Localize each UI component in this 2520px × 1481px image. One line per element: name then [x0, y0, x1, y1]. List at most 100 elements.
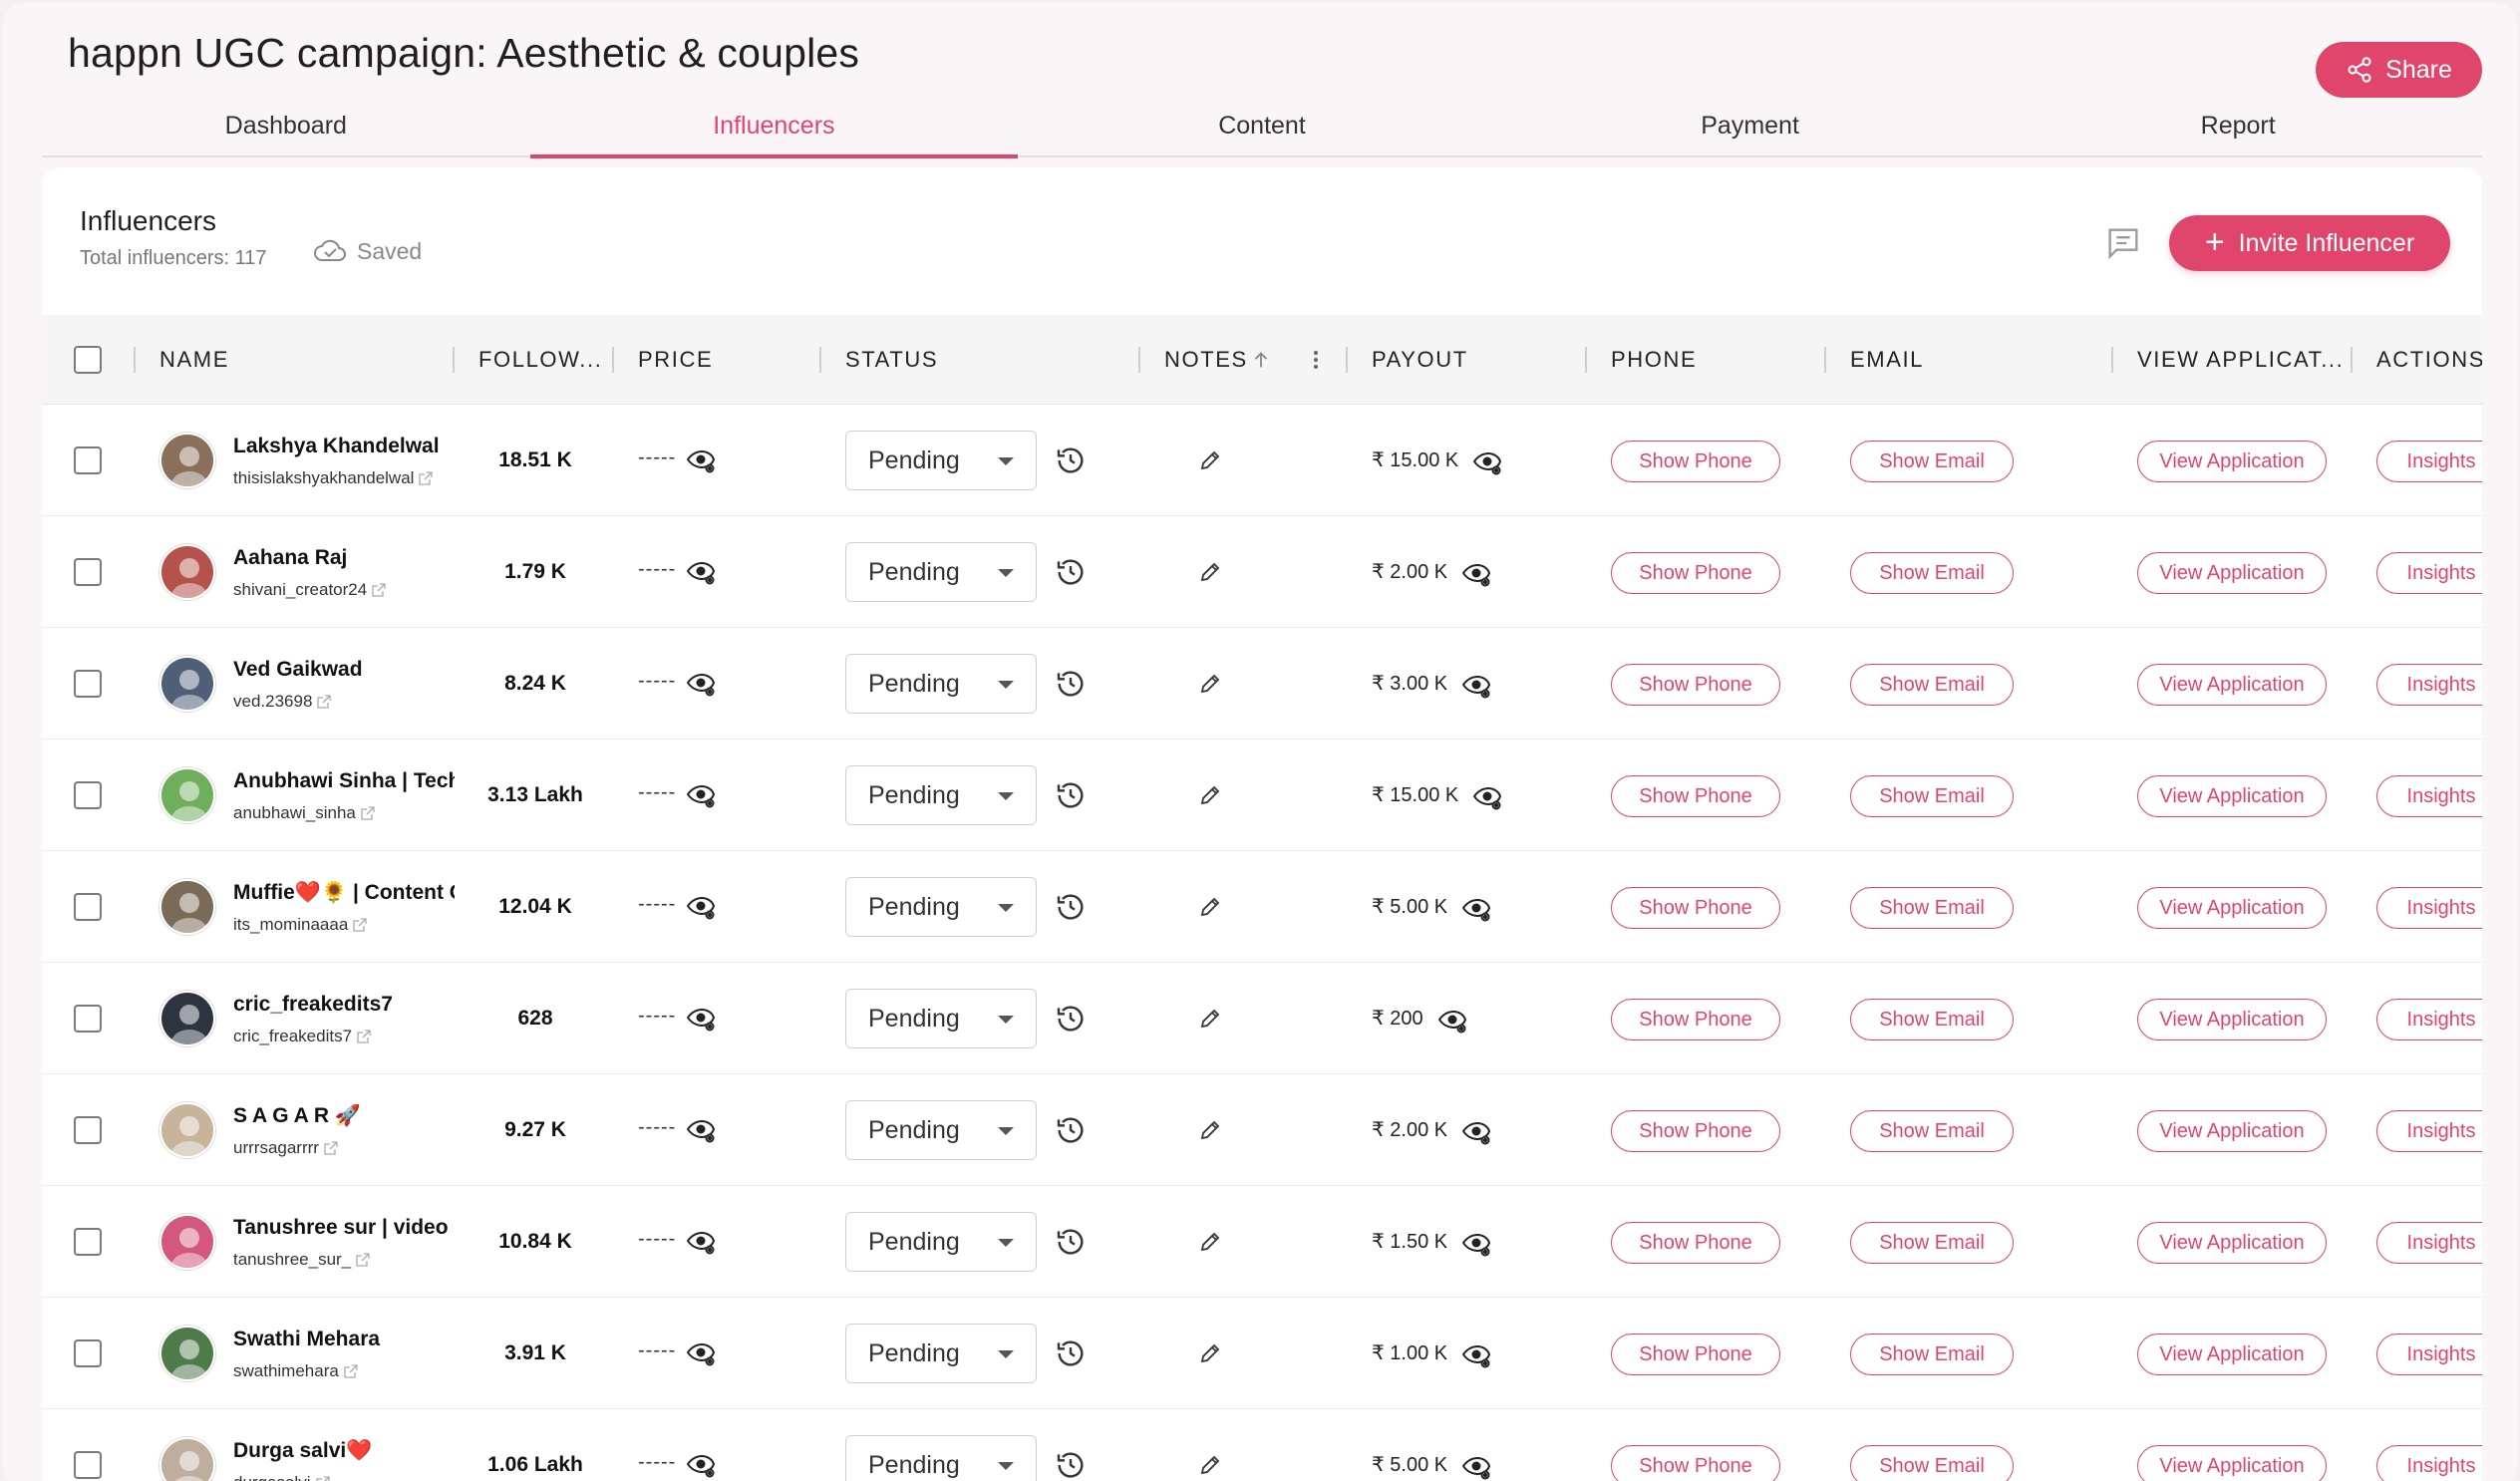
eye-settings-icon[interactable]: [1461, 1232, 1491, 1258]
eye-settings-icon[interactable]: [1461, 1455, 1491, 1481]
eye-settings-icon[interactable]: [1461, 1120, 1491, 1146]
column-menu-icon[interactable]: [1306, 348, 1326, 372]
influencer-handle[interactable]: anubhawi_sinha: [233, 803, 376, 823]
history-icon[interactable]: [1055, 1003, 1087, 1035]
pencil-icon[interactable]: [1198, 783, 1222, 807]
insights-button[interactable]: Insights: [2376, 1445, 2482, 1481]
insights-button[interactable]: Insights: [2376, 441, 2482, 482]
pencil-icon[interactable]: [1198, 1341, 1222, 1365]
influencer-name[interactable]: Durga salvi❤️: [233, 1439, 455, 1463]
influencer-name[interactable]: Lakshya Khandelwal: [233, 435, 455, 458]
eye-settings-icon[interactable]: [686, 1007, 716, 1033]
view-application-button[interactable]: View Application: [2137, 1110, 2327, 1152]
view-application-button[interactable]: View Application: [2137, 887, 2327, 929]
message-square-icon[interactable]: [2103, 223, 2143, 263]
select-all-checkbox[interactable]: [74, 346, 102, 374]
insights-button[interactable]: Insights: [2376, 552, 2482, 594]
column-header-phone[interactable]: PHONE: [1611, 315, 1697, 405]
tab-dashboard[interactable]: Dashboard: [42, 100, 530, 155]
view-application-button[interactable]: View Application: [2137, 1222, 2327, 1264]
status-dropdown[interactable]: Pending: [845, 542, 1037, 602]
status-dropdown[interactable]: Pending: [845, 654, 1037, 714]
show-email-button[interactable]: Show Email: [1850, 1445, 2014, 1481]
row-checkbox[interactable]: [74, 893, 102, 921]
eye-settings-icon[interactable]: [686, 1341, 716, 1367]
insights-button[interactable]: Insights: [2376, 887, 2482, 929]
column-header-status[interactable]: STATUS: [845, 315, 938, 405]
influencer-handle[interactable]: shivani_creator24: [233, 580, 387, 600]
view-application-button[interactable]: View Application: [2137, 1333, 2327, 1375]
pencil-icon[interactable]: [1198, 1230, 1222, 1254]
column-header-view-application[interactable]: VIEW APPLICAT...: [2137, 315, 2344, 405]
influencer-name[interactable]: Swathi Mehara: [233, 1328, 455, 1351]
column-header-payout[interactable]: PAYOUT: [1372, 315, 1468, 405]
influencer-handle[interactable]: thisislakshyakhandelwal: [233, 468, 434, 488]
history-icon[interactable]: [1055, 779, 1087, 811]
insights-button[interactable]: Insights: [2376, 1333, 2482, 1375]
eye-settings-icon[interactable]: [686, 448, 716, 474]
eye-settings-icon[interactable]: [1461, 897, 1491, 923]
row-checkbox[interactable]: [74, 1005, 102, 1033]
history-icon[interactable]: [1055, 668, 1087, 700]
row-checkbox[interactable]: [74, 1116, 102, 1144]
pencil-icon[interactable]: [1198, 560, 1222, 584]
row-checkbox[interactable]: [74, 1339, 102, 1367]
row-checkbox[interactable]: [74, 670, 102, 698]
show-phone-button[interactable]: Show Phone: [1611, 775, 1780, 817]
show-phone-button[interactable]: Show Phone: [1611, 1222, 1780, 1264]
show-email-button[interactable]: Show Email: [1850, 552, 2014, 594]
pencil-icon[interactable]: [1198, 1118, 1222, 1142]
influencer-name[interactable]: Muffie❤️🌻 | Content C: [233, 881, 455, 905]
eye-settings-icon[interactable]: [1461, 562, 1491, 588]
influencer-name[interactable]: Aahana Raj: [233, 546, 455, 570]
show-email-button[interactable]: Show Email: [1850, 441, 2014, 482]
status-dropdown[interactable]: Pending: [845, 989, 1037, 1048]
show-phone-button[interactable]: Show Phone: [1611, 441, 1780, 482]
row-checkbox[interactable]: [74, 1451, 102, 1479]
insights-button[interactable]: Insights: [2376, 1222, 2482, 1264]
eye-settings-icon[interactable]: [1461, 674, 1491, 700]
status-dropdown[interactable]: Pending: [845, 1100, 1037, 1160]
pencil-icon[interactable]: [1198, 895, 1222, 919]
eye-settings-icon[interactable]: [686, 560, 716, 586]
show-phone-button[interactable]: Show Phone: [1611, 1110, 1780, 1152]
view-application-button[interactable]: View Application: [2137, 999, 2327, 1040]
show-phone-button[interactable]: Show Phone: [1611, 1445, 1780, 1481]
eye-settings-icon[interactable]: [686, 1230, 716, 1256]
pencil-icon[interactable]: [1198, 1007, 1222, 1031]
history-icon[interactable]: [1055, 444, 1087, 476]
influencer-handle[interactable]: durgasalvi: [233, 1473, 331, 1481]
history-icon[interactable]: [1055, 1337, 1087, 1369]
insights-button[interactable]: Insights: [2376, 1110, 2482, 1152]
eye-settings-icon[interactable]: [686, 1453, 716, 1479]
show-email-button[interactable]: Show Email: [1850, 1110, 2014, 1152]
column-header-name[interactable]: NAME: [159, 315, 229, 405]
history-icon[interactable]: [1055, 1226, 1087, 1258]
pencil-icon[interactable]: [1198, 672, 1222, 696]
show-phone-button[interactable]: Show Phone: [1611, 664, 1780, 706]
history-icon[interactable]: [1055, 556, 1087, 588]
eye-settings-icon[interactable]: [1461, 1343, 1491, 1369]
show-phone-button[interactable]: Show Phone: [1611, 887, 1780, 929]
status-dropdown[interactable]: Pending: [845, 877, 1037, 937]
history-icon[interactable]: [1055, 1449, 1087, 1481]
history-icon[interactable]: [1055, 891, 1087, 923]
influencer-handle[interactable]: tanushree_sur_: [233, 1250, 371, 1270]
show-email-button[interactable]: Show Email: [1850, 664, 2014, 706]
status-dropdown[interactable]: Pending: [845, 1324, 1037, 1383]
view-application-button[interactable]: View Application: [2137, 552, 2327, 594]
tab-report[interactable]: Report: [1994, 100, 2482, 155]
influencer-handle[interactable]: ved.23698: [233, 692, 332, 712]
invite-influencer-button[interactable]: + Invite Influencer: [2169, 215, 2450, 271]
influencer-name[interactable]: S A G A R 🚀: [233, 1104, 455, 1128]
tab-influencers[interactable]: Influencers: [529, 100, 1019, 158]
row-checkbox[interactable]: [74, 1228, 102, 1256]
influencer-name[interactable]: cric_freakedits7: [233, 993, 455, 1017]
row-checkbox[interactable]: [74, 446, 102, 474]
show-email-button[interactable]: Show Email: [1850, 887, 2014, 929]
view-application-button[interactable]: View Application: [2137, 441, 2327, 482]
show-phone-button[interactable]: Show Phone: [1611, 1333, 1780, 1375]
column-header-notes[interactable]: NOTES: [1164, 315, 1248, 405]
view-application-button[interactable]: View Application: [2137, 775, 2327, 817]
eye-settings-icon[interactable]: [1437, 1009, 1467, 1035]
